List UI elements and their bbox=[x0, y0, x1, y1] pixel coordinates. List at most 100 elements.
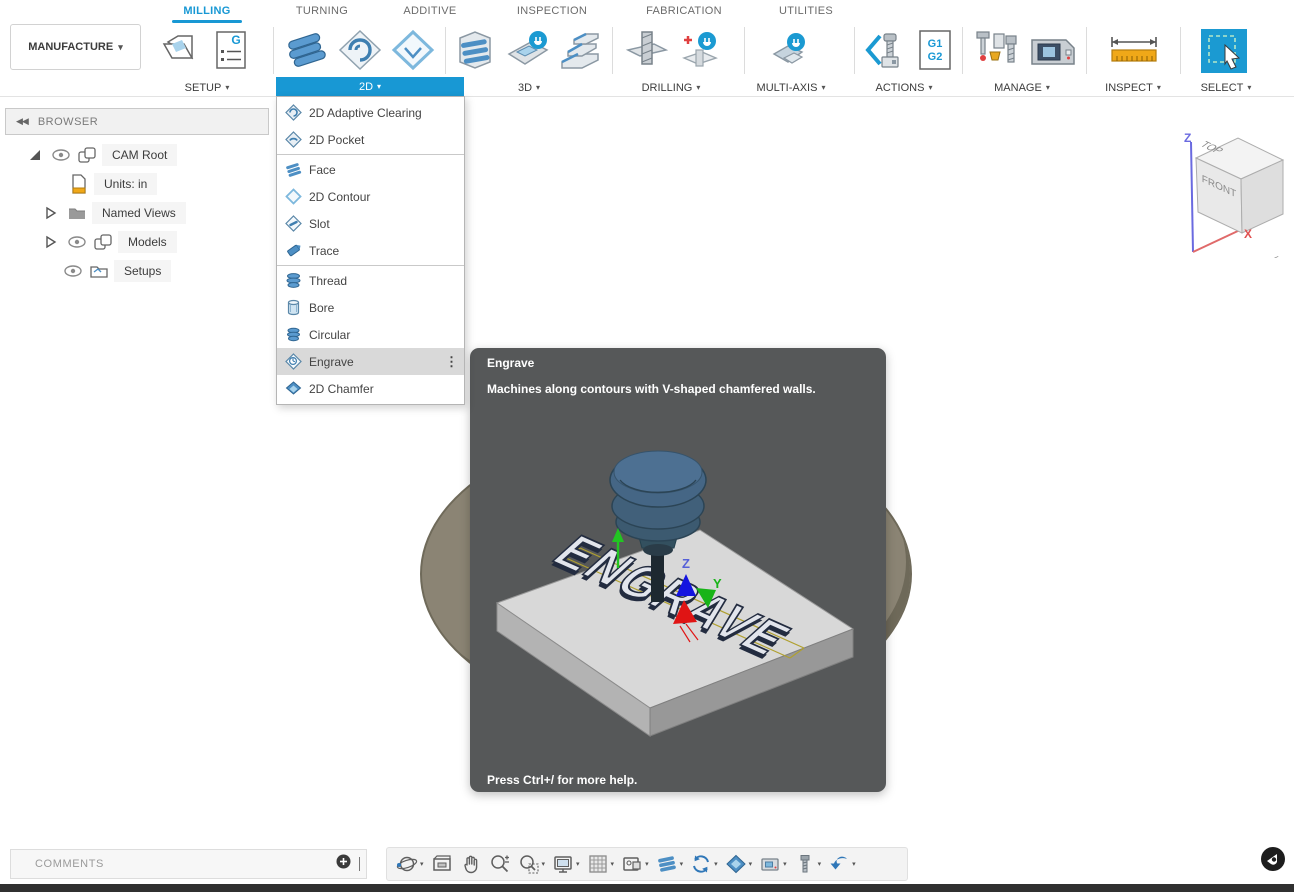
browser-panel-header[interactable]: ◀◀ BROWSER bbox=[5, 108, 269, 135]
menu-item-2d-contour[interactable]: 2D Contour bbox=[277, 183, 464, 210]
machine-display-button[interactable]: ▾ bbox=[756, 851, 790, 877]
menu-item-circular[interactable]: Circular bbox=[277, 321, 464, 348]
2d-pocket-button[interactable] bbox=[337, 28, 383, 77]
tree-row-setups[interactable]: Setups bbox=[62, 257, 172, 285]
tab-fabrication[interactable]: FABRICATION bbox=[630, 5, 738, 17]
drill-button[interactable] bbox=[624, 28, 670, 77]
group-label-3d[interactable]: 3D ▾ bbox=[450, 80, 608, 96]
drill-multi-button[interactable] bbox=[676, 28, 722, 77]
post-process-button[interactable] bbox=[862, 28, 908, 77]
measure-button[interactable] bbox=[1106, 32, 1162, 75]
menu-item-2d-adaptive-clearing[interactable]: 2D Adaptive Clearing bbox=[277, 99, 464, 126]
navigation-toolbar: ▾ ▾ ▾ ▾ ▾ ▾ ▾ ▾ ▾ ▾ ▾ bbox=[386, 847, 908, 881]
group-label-2d-open[interactable]: 2D ▾ bbox=[276, 77, 464, 96]
tree-label[interactable]: Setups bbox=[114, 260, 172, 282]
svg-text:G2: G2 bbox=[928, 51, 943, 63]
tab-milling[interactable]: MILLING bbox=[160, 5, 254, 17]
group-label-select[interactable]: SELECT ▾ bbox=[1180, 80, 1272, 96]
group-separator bbox=[1086, 27, 1087, 74]
group-label-setup[interactable]: SETUP ▾ bbox=[150, 80, 264, 96]
3d-steep-shallow-button[interactable] bbox=[505, 28, 551, 77]
tab-additive[interactable]: ADDITIVE bbox=[383, 5, 477, 17]
kebab-menu-icon[interactable]: ⋮ bbox=[445, 354, 458, 370]
3d-pocket-clearing-button[interactable] bbox=[452, 28, 498, 77]
circular-icon bbox=[287, 327, 300, 342]
menu-item-bore[interactable]: Bore bbox=[277, 294, 464, 321]
machine-library-button[interactable] bbox=[1026, 28, 1078, 77]
2d-adaptive-clearing-button[interactable] bbox=[284, 28, 330, 77]
menu-item-2d-chamfer[interactable]: 2D Chamfer bbox=[277, 375, 464, 402]
machine-display-icon bbox=[761, 858, 779, 871]
assistant-button[interactable] bbox=[1260, 846, 1286, 877]
group-label-actions[interactable]: ACTIONS ▾ bbox=[850, 80, 958, 96]
stock-display-button[interactable]: ▾ bbox=[722, 851, 756, 877]
stock-diamond-icon bbox=[725, 854, 746, 874]
collapsed-triangle-icon[interactable] bbox=[40, 206, 62, 220]
menu-item-trace[interactable]: Trace bbox=[277, 237, 464, 264]
group-label-manage[interactable]: MANAGE ▾ bbox=[962, 80, 1082, 96]
viewcube[interactable]: TOP FRONT RIGHT Z X bbox=[1160, 108, 1294, 280]
thread-icon bbox=[286, 273, 301, 288]
multiaxis-button[interactable] bbox=[768, 28, 814, 77]
tree-row-named-views[interactable]: Named Views bbox=[40, 199, 186, 227]
menu-item-face[interactable]: Face bbox=[277, 156, 464, 183]
visibility-eye-icon[interactable] bbox=[66, 236, 88, 248]
group-label-multiaxis[interactable]: MULTI-AXIS ▾ bbox=[728, 80, 854, 96]
comments-bar[interactable]: COMMENTS bbox=[10, 849, 367, 879]
tab-turning[interactable]: TURNING bbox=[275, 5, 369, 17]
chevron-down-icon: ▾ bbox=[821, 83, 826, 92]
group-separator bbox=[612, 27, 613, 74]
2d-contour-button[interactable] bbox=[390, 28, 436, 77]
chevron-down-icon: ▾ bbox=[714, 860, 718, 868]
look-at-button[interactable] bbox=[428, 851, 456, 877]
menu-item-engrave[interactable]: Engrave ⋮ bbox=[277, 348, 464, 375]
g1g2-editor-button[interactable]: G1 G2 bbox=[916, 28, 954, 77]
browser-title: BROWSER bbox=[37, 115, 99, 128]
3d-flat-button[interactable] bbox=[556, 28, 602, 77]
toolpath-layers-icon bbox=[657, 856, 676, 872]
collapse-panel-icon[interactable]: ◀◀ bbox=[16, 116, 29, 127]
menu-item-slot[interactable]: Slot bbox=[277, 210, 464, 237]
2d-contour-icon bbox=[285, 188, 302, 205]
orbit-button[interactable]: ▾ bbox=[393, 851, 427, 877]
workspace-switcher-button[interactable]: MANUFACTURE ▾ bbox=[10, 24, 141, 70]
tab-inspection[interactable]: INSPECTION bbox=[500, 5, 604, 17]
drill-icon bbox=[625, 31, 669, 65]
tree-row-units[interactable]: Units: in bbox=[68, 170, 158, 198]
look-at-icon bbox=[432, 855, 451, 871]
menu-item-thread[interactable]: Thread bbox=[277, 267, 464, 294]
new-setup-button[interactable] bbox=[158, 28, 202, 77]
group-label-drilling[interactable]: DRILLING ▾ bbox=[615, 80, 727, 96]
visibility-eye-icon[interactable] bbox=[62, 265, 84, 277]
viewports-button[interactable]: ▾ bbox=[618, 851, 652, 877]
generate-gcode-button[interactable]: G bbox=[210, 28, 250, 77]
tool-library-button[interactable] bbox=[972, 28, 1020, 77]
select-button[interactable] bbox=[1199, 28, 1249, 79]
display-settings-button[interactable]: ▾ bbox=[549, 851, 583, 877]
tab-utilities[interactable]: UTILITIES bbox=[762, 5, 850, 17]
group-label-inspect[interactable]: INSPECT ▾ bbox=[1086, 80, 1180, 96]
tool-display-button[interactable]: ▾ bbox=[791, 851, 825, 877]
zoom-window-button[interactable]: ▾ bbox=[515, 851, 549, 877]
visibility-eye-icon[interactable] bbox=[50, 149, 72, 161]
2d-adaptive-icon bbox=[288, 33, 326, 67]
tree-label[interactable]: CAM Root bbox=[102, 144, 178, 166]
tree-label[interactable]: Models bbox=[118, 231, 177, 253]
tree-label[interactable]: Units: in bbox=[94, 173, 158, 195]
grid-layout-button[interactable]: ▾ bbox=[584, 851, 618, 877]
group-separator bbox=[273, 27, 274, 74]
tree-label[interactable]: Named Views bbox=[92, 202, 186, 224]
menu-item-2d-pocket[interactable]: 2D Pocket bbox=[277, 126, 464, 153]
tree-row-models[interactable]: Models bbox=[40, 228, 177, 256]
expand-triangle-icon[interactable] bbox=[24, 148, 46, 162]
tree-row-cam-root[interactable]: CAM Root bbox=[24, 141, 178, 169]
add-comment-button[interactable] bbox=[336, 854, 351, 874]
toolpath-layers-button[interactable]: ▾ bbox=[653, 851, 687, 877]
pan-button[interactable] bbox=[457, 851, 485, 877]
simulate-refresh-button[interactable]: ▾ bbox=[687, 851, 721, 877]
units-document-icon bbox=[68, 174, 90, 194]
toolpath-trail-button[interactable]: ▾ bbox=[825, 851, 859, 877]
zoom-button[interactable] bbox=[486, 851, 514, 877]
machine-icon bbox=[1031, 39, 1075, 65]
collapsed-triangle-icon[interactable] bbox=[40, 235, 62, 249]
